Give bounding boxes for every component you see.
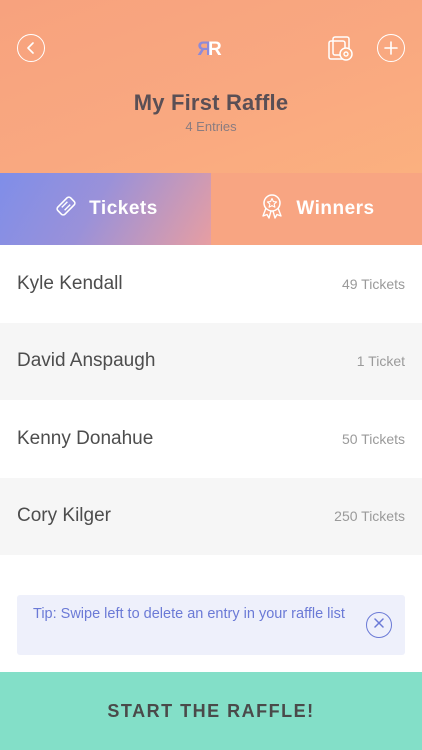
gear-icon [326,36,356,68]
start-raffle-label: START THE RAFFLE! [107,700,315,721]
list-item[interactable]: Kyle Kendall 49 Tickets [0,245,422,323]
entry-name: David Anspaugh [17,350,156,372]
tip-banner: Tip: Swipe left to delete an entry in yo… [17,595,405,655]
app-logo: R R [196,36,226,60]
plus-icon [384,41,398,55]
close-icon [373,616,385,635]
entry-name: Cory Kilger [17,505,111,527]
entry-ticket-count: 250 Tickets [334,508,405,525]
ticket-icon [53,193,79,225]
header: R R My First Raffle 4 Entries [0,0,422,173]
tab-bar: Tickets Winners [0,173,422,245]
settings-button[interactable] [326,34,356,64]
entry-ticket-count: 49 Tickets [341,275,405,292]
tab-winners-label: Winners [296,198,375,219]
list-item[interactable]: David Anspaugh 1 Ticket [0,322,422,400]
back-button[interactable] [17,34,45,62]
entry-ticket-count: 50 Tickets [341,430,405,447]
tab-tickets[interactable]: Tickets [0,173,211,245]
chevron-left-icon [26,42,36,54]
entries-list: Kyle Kendall 49 Tickets David Anspaugh 1… [0,245,422,555]
tip-close-button[interactable] [366,612,392,638]
entry-name: Kenny Donahue [17,427,154,449]
tab-winners[interactable]: Winners [211,173,422,245]
entry-ticket-count: 1 Ticket [356,353,405,370]
tip-text: Tip: Swipe left to delete an entry in yo… [33,606,345,622]
add-button[interactable] [377,34,405,62]
entry-name: Kyle Kendall [17,272,123,294]
start-raffle-button[interactable]: START THE RAFFLE! [0,672,422,750]
entries-count: 4 Entries [185,119,237,134]
page-title: My First Raffle [133,90,289,115]
tab-tickets-label: Tickets [89,198,158,219]
list-item[interactable]: Kenny Donahue 50 Tickets [0,400,422,478]
award-icon [258,192,286,226]
list-item[interactable]: Cory Kilger 250 Tickets [0,477,422,555]
svg-text:R: R [208,39,222,60]
